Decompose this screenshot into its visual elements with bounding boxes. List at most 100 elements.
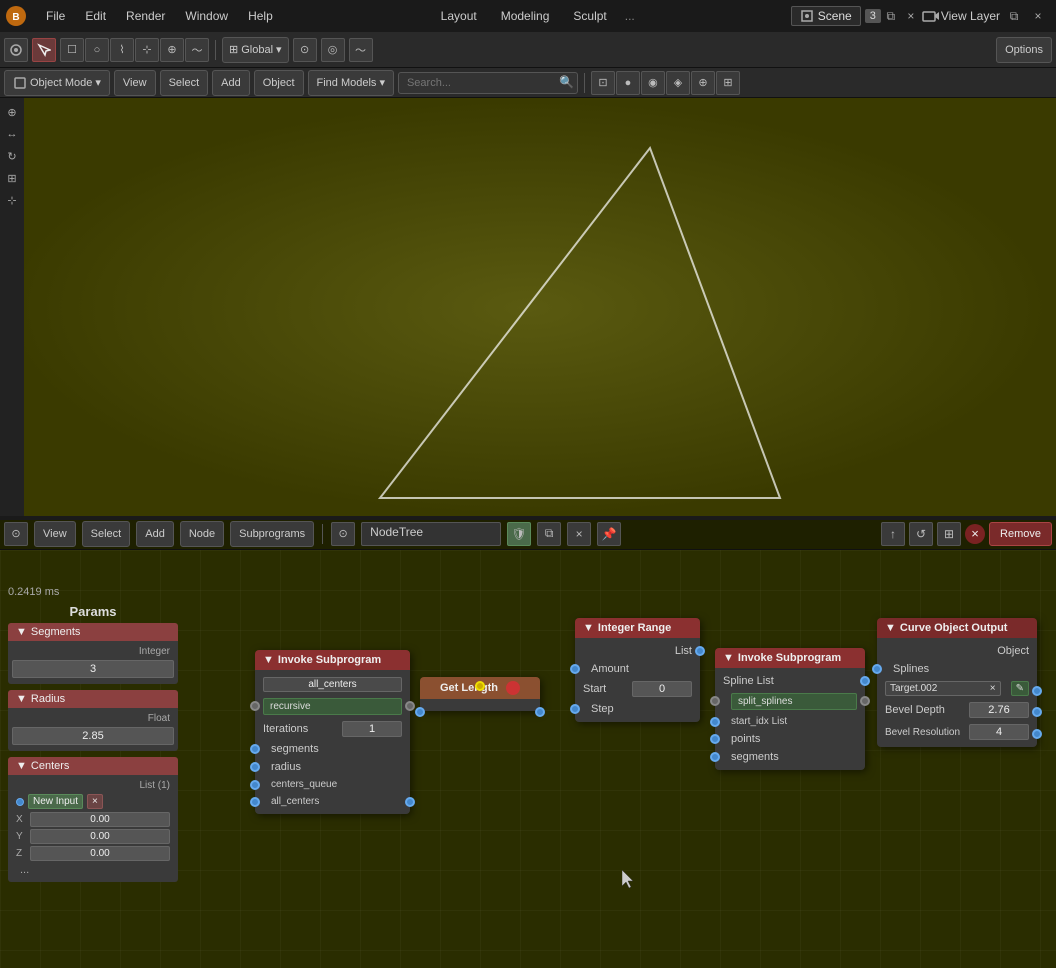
x-value[interactable]: 0.00 — [30, 812, 170, 827]
select-btn[interactable]: Select — [160, 70, 209, 96]
ne-pin-icon[interactable]: 📌 — [597, 522, 621, 546]
y-value[interactable]: 0.00 — [30, 829, 170, 844]
resize-handle[interactable] — [0, 516, 1056, 520]
invoke1-func-btn[interactable]: recursive — [263, 698, 402, 715]
view-btn[interactable]: View — [114, 70, 156, 96]
ne-canvas[interactable]: 0.2419 ms Params — [0, 550, 1056, 968]
ne-group-icon[interactable]: ⊞ — [937, 522, 961, 546]
close-scene-icon[interactable]: × — [901, 6, 921, 26]
new-input-button[interactable]: New Input — [28, 794, 83, 809]
close-view-layer-icon[interactable]: × — [1028, 6, 1048, 26]
vp-transform-icon[interactable]: ⊹ — [2, 190, 22, 210]
invoke2-func-out-socket — [860, 696, 870, 706]
ne-select-btn[interactable]: Select — [82, 521, 131, 547]
wave-icon[interactable]: 〜 — [349, 38, 373, 62]
curve-splines-socket — [872, 664, 882, 674]
ne-tree-name-label: NodeTree — [370, 525, 423, 539]
curve-bevel-depth-value[interactable]: 2.76 — [969, 702, 1029, 718]
shading-render-icon[interactable]: ◈ — [666, 71, 690, 95]
invoke1-collapse: ▼ — [263, 654, 274, 666]
curve-splines-label: Splines — [893, 663, 929, 675]
integer-range-header: ▼ Integer Range — [575, 618, 700, 638]
invoke2-func-socket — [710, 696, 720, 706]
menu-help[interactable]: Help — [238, 0, 283, 32]
invoke1-all-centers-row: all_centers — [255, 793, 410, 810]
ne-toolbar: ⊙ View Select Add Node Subprograms ⊙ Nod… — [0, 518, 1056, 550]
scene-block[interactable]: Scene — [791, 6, 861, 26]
options-button[interactable]: Options — [996, 37, 1052, 63]
snap-icon[interactable]: ⊙ — [293, 38, 317, 62]
curve-bevel-res-row: Bevel Resolution 4 — [877, 721, 1037, 743]
params-panel: Params ▼ Segments Integer 3 ▼ Radius — [8, 600, 178, 888]
circle-select-icon[interactable]: ○ — [85, 38, 109, 62]
editor-type-icon[interactable] — [4, 38, 28, 62]
invoke2-segments-socket — [710, 752, 720, 762]
shading-solid-icon[interactable]: ● — [616, 71, 640, 95]
ir-start-value[interactable]: 0 — [632, 681, 692, 697]
invoke1-name: all_centers — [263, 677, 402, 692]
ne-node-btn[interactable]: Node — [180, 521, 224, 547]
select-mode-icon[interactable] — [32, 38, 56, 62]
ne-copy-icon[interactable]: ⧉ — [537, 522, 561, 546]
ne-add-btn[interactable]: Add — [136, 521, 174, 547]
tab-layout[interactable]: Layout — [431, 0, 487, 32]
ne-shield-icon[interactable]: 🛡 — [507, 522, 531, 546]
z-value[interactable]: 0.00 — [30, 846, 170, 861]
menu-edit[interactable]: Edit — [75, 0, 116, 32]
invoke1-segments-row: segments — [255, 740, 410, 758]
ne-remove-button[interactable]: Remove — [989, 522, 1052, 546]
copy-icon[interactable]: ⧉ — [881, 6, 901, 26]
vp-cursor-icon[interactable]: ⊕ — [2, 102, 22, 122]
vp-scale-icon[interactable]: ⊞ — [2, 168, 22, 188]
transform-icon[interactable]: ⊕ — [160, 38, 184, 62]
target-close-icon[interactable]: × — [990, 683, 996, 694]
separator2 — [584, 73, 585, 93]
vp-rotate-icon[interactable]: ↻ — [2, 146, 22, 166]
invoke2-points-socket — [710, 734, 720, 744]
overlay-icon[interactable]: ⊕ — [691, 71, 715, 95]
tab-sculpt[interactable]: Sculpt — [563, 0, 616, 32]
invoke1-all-centers-label: all_centers — [271, 796, 319, 807]
invoke2-func-btn[interactable]: split_splines — [731, 693, 857, 710]
invoke1-iter-value[interactable]: 1 — [342, 721, 402, 737]
shading-material-icon[interactable]: ◉ — [641, 71, 665, 95]
tab-modeling[interactable]: Modeling — [491, 0, 560, 32]
ne-close-tree-icon[interactable]: × — [567, 522, 591, 546]
radius-value[interactable]: 2.85 — [12, 727, 174, 745]
menu-window[interactable]: Window — [175, 0, 238, 32]
render-icon[interactable] — [921, 6, 941, 26]
find-models-btn[interactable]: Find Models ▾ — [308, 70, 394, 96]
menu-file[interactable]: File — [36, 0, 75, 32]
centers-close-button[interactable]: × — [87, 794, 103, 809]
find-models-label: Find Models — [317, 77, 377, 89]
object-btn[interactable]: Object — [254, 70, 304, 96]
segments-value[interactable]: 3 — [12, 660, 174, 678]
vp-move-icon[interactable]: ↔ — [2, 124, 22, 144]
ne-up-icon[interactable]: ↑ — [881, 522, 905, 546]
lasso-select-icon[interactable]: ⌇ — [110, 38, 134, 62]
ne-remove-circle-icon[interactable]: × — [965, 524, 985, 544]
transform-select[interactable]: ⊞ Global ▾ — [222, 37, 289, 63]
proportional-icon[interactable]: ◎ — [321, 38, 345, 62]
ir-title: Integer Range — [598, 622, 671, 634]
curve-bevel-depth-label: Bevel Depth — [885, 704, 945, 716]
ne-subprograms-btn[interactable]: Subprograms — [230, 521, 314, 547]
ne-tree-type-icon[interactable]: ⊙ — [331, 522, 355, 546]
shading-wire-icon[interactable]: ⊡ — [591, 71, 615, 95]
copy-view-layer-icon[interactable]: ⧉ — [1004, 6, 1024, 26]
xray-icon[interactable]: ⊞ — [716, 71, 740, 95]
search-input[interactable] — [398, 72, 578, 94]
add-btn[interactable]: Add — [212, 70, 250, 96]
curve-bevel-res-value[interactable]: 4 — [969, 724, 1029, 740]
view-layer-block: View Layer ⧉ × — [941, 6, 1056, 26]
object-mode-btn[interactable]: Object Mode ▾ — [4, 70, 110, 96]
menu-render[interactable]: Render — [116, 0, 175, 32]
target-edit-btn[interactable]: ✎ — [1011, 681, 1029, 696]
tweak-icon[interactable]: ⊹ — [135, 38, 159, 62]
curve-icon[interactable]: 〜 — [185, 38, 209, 62]
ne-undo-icon[interactable]: ↺ — [909, 522, 933, 546]
ne-editor-type-icon[interactable]: ⊙ — [4, 522, 28, 546]
ne-view-btn[interactable]: View — [34, 521, 76, 547]
box-select-icon[interactable]: ☐ — [60, 38, 84, 62]
viewport-toolbar: ☐ ○ ⌇ ⊹ ⊕ 〜 ⊞ Global ▾ ⊙ ◎ 〜 Options — [0, 32, 1056, 68]
